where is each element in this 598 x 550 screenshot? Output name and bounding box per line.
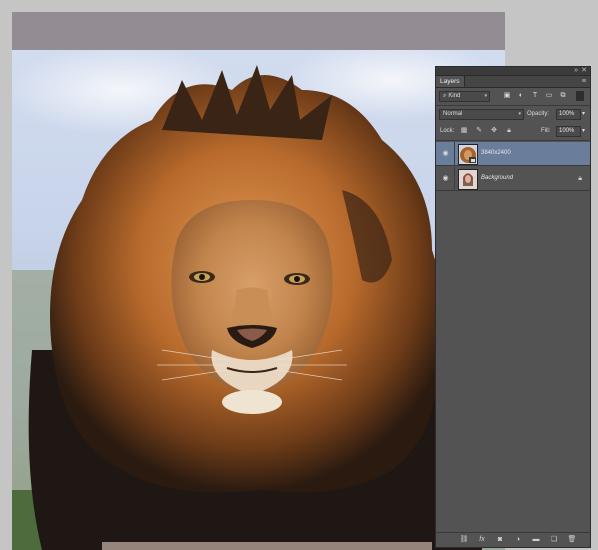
lock-transparent-icon[interactable]: ▦: [459, 126, 469, 136]
lock-row: Lock: ▦ ✎ ✥ 🔒︎ Fill: 100% ▾: [436, 123, 590, 140]
lock-position-icon[interactable]: ✥: [489, 126, 499, 136]
kind-filter-dropdown[interactable]: ⌕ Kind ▾: [439, 91, 490, 102]
blend-mode-value: Normal: [443, 111, 463, 117]
divider: [454, 142, 455, 166]
chevron-down-icon: ▾: [484, 93, 487, 99]
layers-list: ◉ 3840x2400 ◉ Background 🔒︎: [436, 141, 590, 201]
layer-name[interactable]: 3840x2400: [481, 149, 511, 158]
trash-icon[interactable]: 🗑︎: [567, 535, 577, 545]
fill-label: Fill:: [541, 128, 551, 134]
smart-object-filter-icon[interactable]: ⧉: [558, 91, 568, 101]
image-filter-icon[interactable]: ▣: [502, 91, 512, 101]
panel-menu-icon[interactable]: ≡: [582, 77, 586, 86]
layer-thumbnail: [458, 169, 478, 190]
panel-tabs: Layers ≡: [436, 76, 590, 88]
blend-mode-dropdown[interactable]: Normal ▾: [439, 109, 524, 120]
layer-row-3840x2400[interactable]: ◉ 3840x2400: [436, 142, 590, 166]
filter-toggle-icon[interactable]: [576, 91, 584, 101]
add-mask-icon[interactable]: ◙: [495, 535, 505, 545]
opacity-label: Opacity:: [527, 111, 550, 117]
layers-panel: » ✕ Layers ≡ ⌕ Kind ▾ ▣ ◐ T ▭ ⧉ Normal ▾ …: [435, 66, 591, 548]
close-icon[interactable]: ✕: [581, 66, 587, 75]
tab-layers[interactable]: Layers: [436, 76, 465, 87]
fx-icon[interactable]: fx: [477, 535, 487, 545]
kind-label: Kind: [448, 93, 461, 99]
double-chevron-icon[interactable]: »: [574, 66, 578, 75]
search-icon: ⌕: [443, 93, 447, 99]
link-layers-icon[interactable]: ⛓: [459, 535, 469, 545]
divider: [454, 167, 455, 191]
lock-label: Lock:: [440, 128, 455, 134]
eye-icon[interactable]: ◉: [441, 150, 450, 157]
lock-all-icon[interactable]: 🔒︎: [504, 126, 514, 136]
opacity-slider-arrow-icon[interactable]: ▾: [582, 109, 585, 120]
type-filter-icon[interactable]: T: [530, 91, 540, 101]
layer-name[interactable]: Background: [481, 174, 513, 183]
lock-image-icon[interactable]: ✎: [474, 126, 484, 136]
document-top-strip: [12, 12, 505, 50]
layer-row-background[interactable]: ◉ Background 🔒︎: [436, 167, 590, 191]
shape-filter-icon[interactable]: ▭: [544, 91, 554, 101]
new-group-icon[interactable]: ▬: [531, 535, 541, 545]
fill-slider-arrow-icon[interactable]: ▾: [582, 126, 585, 137]
lion-photo: [12, 50, 505, 550]
adjustment-filter-icon[interactable]: ◐: [516, 91, 526, 101]
lock-icon: 🔒︎: [578, 175, 582, 182]
chevron-down-icon: ▾: [518, 111, 521, 117]
fill-field[interactable]: 100%: [556, 126, 581, 137]
new-layer-icon[interactable]: ❏: [549, 535, 559, 545]
document-canvas[interactable]: [12, 12, 505, 550]
blend-row: Normal ▾ Opacity: 100% ▾: [436, 106, 590, 123]
panel-title-bar: » ✕: [436, 67, 590, 76]
filter-row: ⌕ Kind ▾ ▣ ◐ T ▭ ⧉: [436, 88, 590, 105]
opacity-field[interactable]: 100%: [556, 109, 581, 120]
layers-panel-toolbar: ⛓ fx ◙ ◑ ▬ ❏ 🗑︎: [436, 532, 590, 547]
layer-thumbnail: [458, 144, 478, 165]
eye-icon[interactable]: ◉: [441, 175, 450, 182]
adjustment-layer-icon[interactable]: ◑: [513, 535, 523, 545]
